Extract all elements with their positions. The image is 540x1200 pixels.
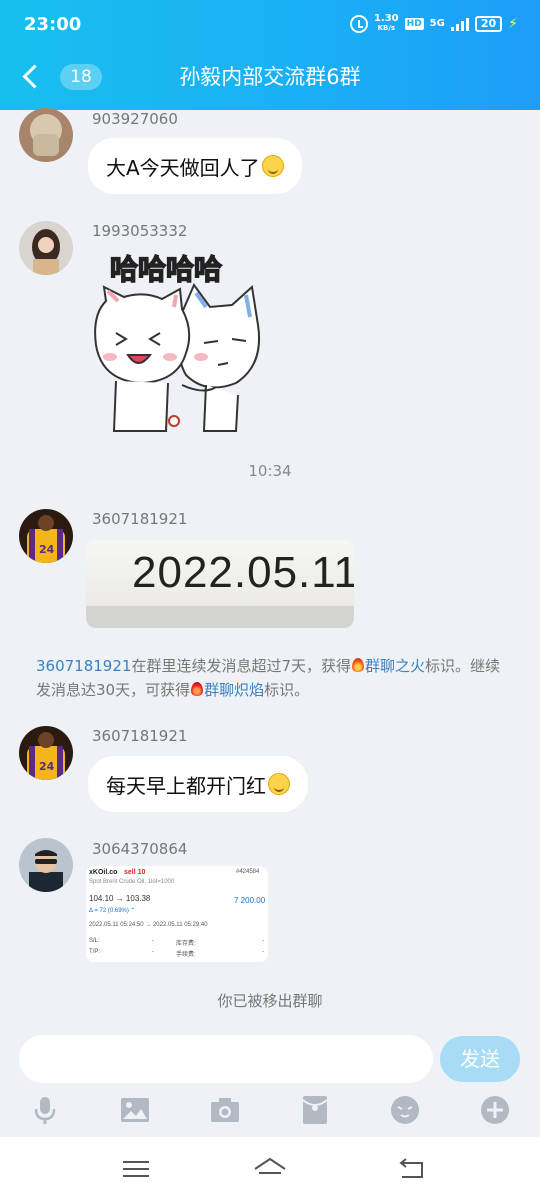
back-nav-icon[interactable]	[396, 1155, 428, 1183]
status-bar: 23:00 1.30 KB/s HD 5G 20 ⚡	[0, 0, 540, 50]
trade-sl-label: S/L:	[89, 938, 100, 944]
chat-title: 孙毅内部交流群6群	[179, 65, 361, 89]
notice-text-3: 标识。	[264, 681, 310, 699]
trade-order-id: #424584	[236, 869, 260, 875]
svg-text:24: 24	[39, 760, 55, 773]
removed-from-group-notice: 你已被移出群聊	[217, 992, 323, 1010]
charging-icon: ⚡	[508, 15, 518, 32]
network-speed: 1.30 KB/s	[374, 14, 399, 33]
plus-icon[interactable]	[479, 1094, 511, 1126]
trade-tp-label: T/P:	[89, 949, 101, 955]
sender-name: 903927060	[92, 110, 178, 128]
home-icon[interactable]	[252, 1155, 288, 1183]
signal-icon	[450, 17, 469, 31]
sender-name: 3064370864	[92, 840, 188, 858]
system-nav-bar	[0, 1137, 540, 1200]
network-speed-value: 1.30	[373, 13, 399, 24]
emoji-icon[interactable]	[389, 1094, 421, 1126]
menu-icon[interactable]	[120, 1155, 152, 1183]
notice-user-link[interactable]: 3607181921	[36, 657, 131, 675]
image-strip	[86, 606, 354, 628]
trade-delta: Δ = 72 (0.69%) ⌃	[89, 908, 136, 914]
hd-badge: HD	[404, 17, 424, 30]
blaze-icon	[191, 682, 204, 696]
trade-action: sell 10	[124, 869, 146, 876]
sender-name: 1993053332	[92, 222, 188, 240]
system-notice: 3607181921在群里连续发消息超过7天，获得 群聊之火标识。继续发消息达30…	[36, 654, 506, 702]
cat-sticker[interactable]: 哈哈哈哈	[86, 245, 266, 435]
trade-brand: xKOil.co	[89, 869, 118, 876]
avatar[interactable]	[19, 221, 73, 275]
badge-group-fire-link[interactable]: 群聊之火	[365, 657, 425, 675]
message-bubble[interactable]: 大A今天做回人了	[88, 138, 302, 194]
trade-sl-value: -	[152, 938, 154, 944]
yawn-emoji-icon	[261, 155, 284, 177]
avatar[interactable]	[19, 838, 73, 892]
alarm-icon	[349, 14, 368, 33]
send-button[interactable]: 发送	[440, 1036, 520, 1082]
status-icons: 1.30 KB/s HD 5G 20 ⚡	[349, 14, 518, 33]
trade-tp-value: -	[152, 949, 154, 955]
date-image[interactable]: 2022.05.11	[86, 540, 354, 628]
network-speed-unit: KB/s	[377, 24, 396, 32]
message-text: 每天早上都开门红	[106, 773, 266, 798]
message-bubble[interactable]: 每天早上都开门红	[88, 756, 308, 812]
date-image-text: 2022.05.11	[132, 548, 354, 597]
svg-text:24: 24	[39, 543, 55, 556]
trade-time-range: 2022.05.11 05:24:50 → 2022.05.11 05:29:4…	[89, 922, 208, 928]
message-input[interactable]	[19, 1035, 433, 1083]
badge-group-blaze-link[interactable]: 群聊炽焰	[204, 681, 264, 699]
status-time: 23:00	[24, 14, 82, 35]
red-packet-icon[interactable]	[299, 1094, 331, 1126]
notice-text-1: 在群里连续发消息超过7天，获得	[131, 657, 351, 675]
sender-name: 3607181921	[92, 510, 188, 528]
network-type: 5G	[429, 18, 445, 29]
flame-icon	[351, 658, 364, 672]
sender-name: 3607181921	[92, 727, 188, 745]
message-text: 大A今天做回人了	[106, 155, 260, 180]
sticker-text: 哈哈哈哈	[110, 253, 222, 286]
avatar[interactable]: 24	[19, 509, 73, 563]
trade-storage-label: 库存费:	[176, 941, 196, 947]
battery-icon: 20	[474, 15, 503, 32]
trade-subtitle: Spot Brent Crude Oil, 1lot=1000	[89, 879, 175, 885]
trade-fee-label: 手续费:	[176, 952, 196, 958]
avatar[interactable]	[19, 108, 73, 162]
avatar[interactable]: 24	[19, 726, 73, 780]
message-timestamp: 10:34	[248, 462, 292, 480]
microphone-icon[interactable]	[29, 1094, 61, 1126]
trade-storage-value: -	[262, 938, 264, 944]
trade-screenshot[interactable]: xKOil.co sell 10 #424584 Spot Brent Crud…	[86, 866, 268, 962]
trade-profit: 7 200.00	[234, 896, 266, 905]
grin-emoji-icon	[268, 773, 290, 795]
camera-icon[interactable]	[209, 1094, 241, 1126]
image-icon[interactable]	[119, 1094, 151, 1126]
app-header: 23:00 1.30 KB/s HD 5G 20 ⚡ 18 孙毅内部交流群6群	[0, 0, 540, 110]
trade-price-change: 104.10 → 103.38	[89, 894, 151, 903]
trade-fee-value: -	[262, 949, 264, 955]
